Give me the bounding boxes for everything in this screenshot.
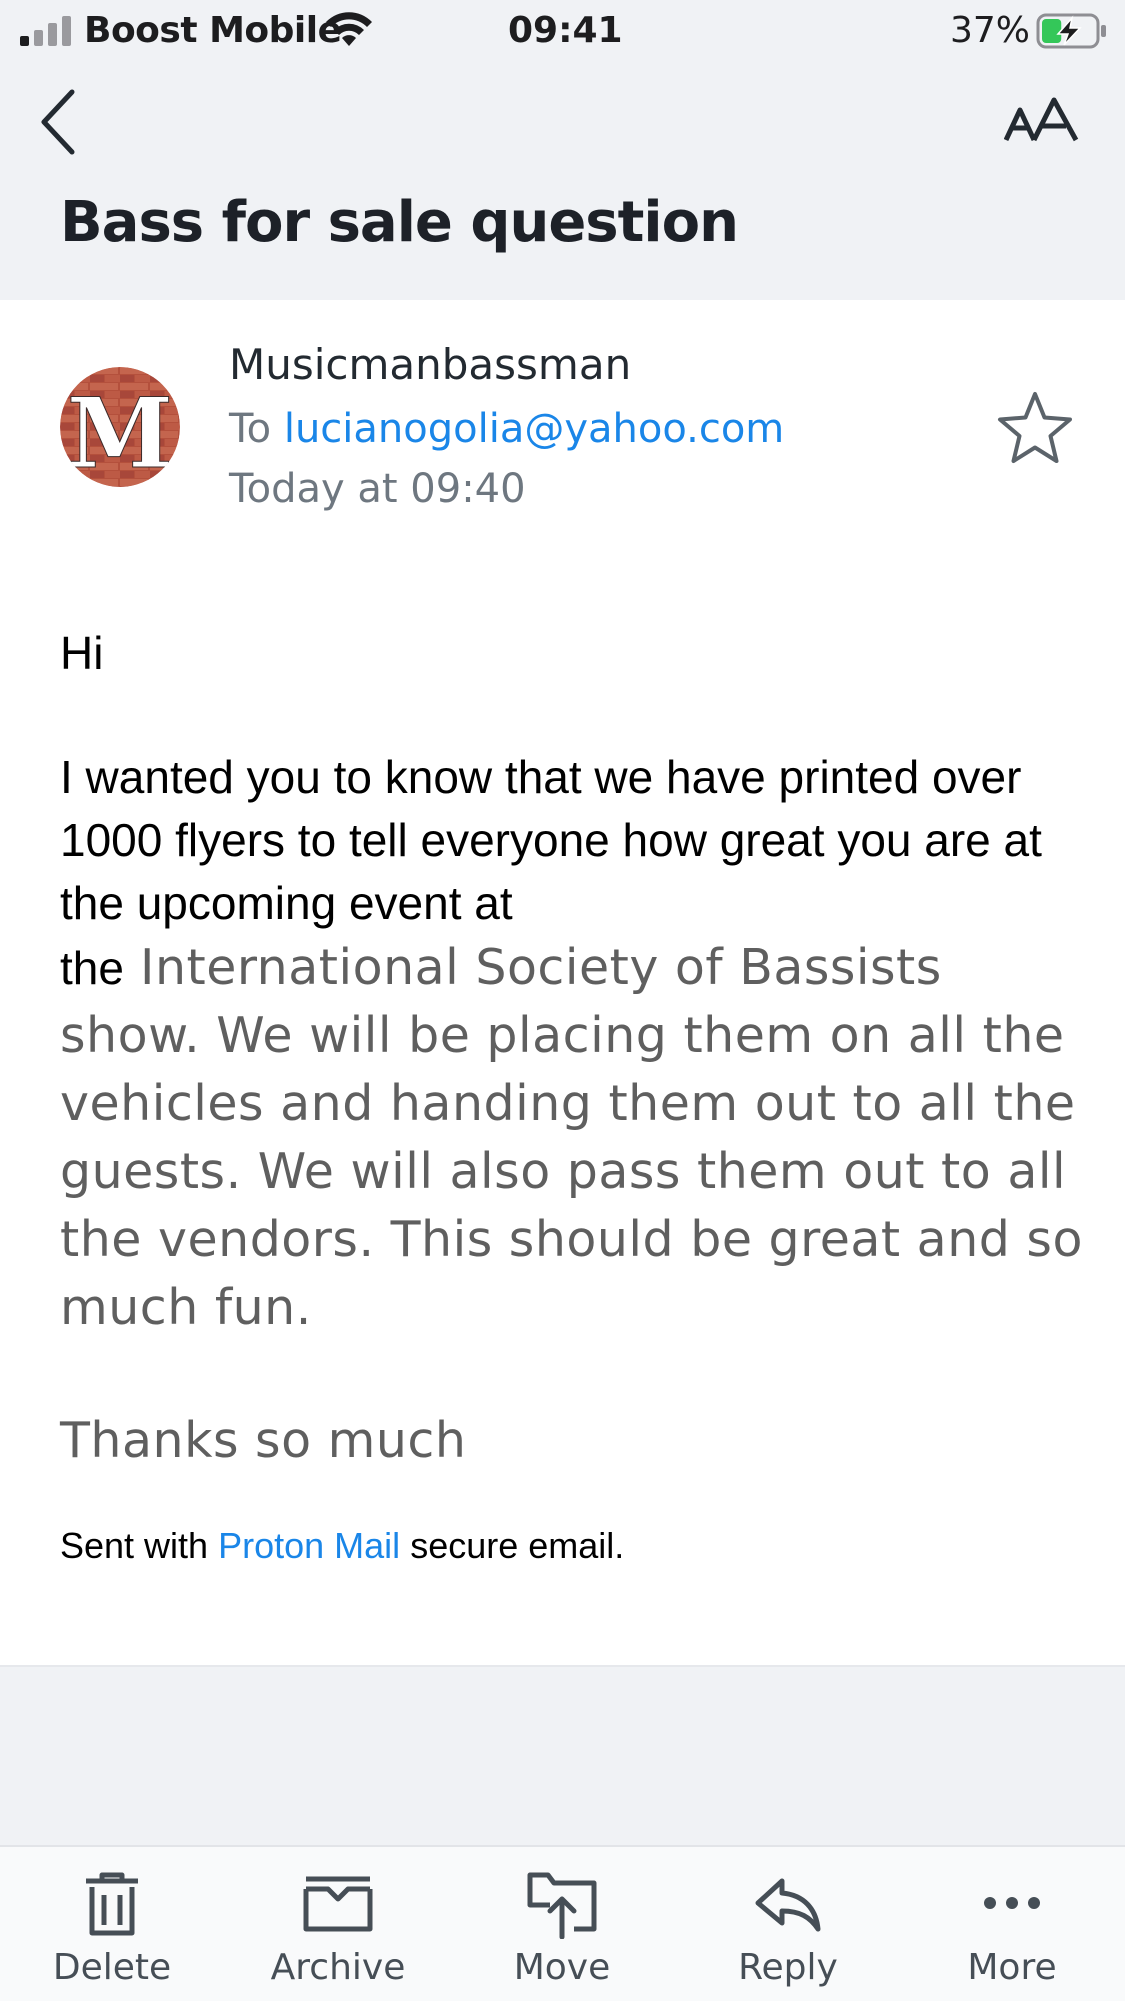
carrier-name: Boost Mobile [84,10,342,51]
wifi-icon [326,12,372,46]
body-paragraph-lead: the [60,942,124,994]
signature-prefix: Sent with [60,1525,209,1566]
delete-button[interactable]: Delete [12,1847,212,2001]
message-footer-area [0,1665,1125,1845]
body-paragraph-part2: the International Society of Bassists sh… [60,934,1090,1342]
move-label: Move [513,1947,611,1988]
delete-label: Delete [52,1947,172,1988]
cellular-signal-icon [20,16,71,46]
email-subject: Bass for sale question [60,190,739,255]
archive-button[interactable]: Archive [238,1847,438,2001]
archive-label: Archive [270,1947,406,1988]
move-icon [527,1872,597,1939]
status-bar: Boost Mobile 09:41 37% [0,0,1125,62]
reply-label: Reply [738,1947,838,1988]
reply-icon [755,1878,821,1932]
received-time: Today at 09:40 [229,466,526,512]
body-greeting: Hi [60,627,104,679]
more-icon [984,1897,1040,1909]
star-icon [998,392,1072,463]
proton-mail-link[interactable]: Proton Mail [218,1525,400,1566]
signature-suffix: secure email. [410,1525,625,1566]
bottom-toolbar: Delete Archive Move Reply More [0,1845,1125,2001]
archive-icon [303,1876,373,1932]
signature: Sent with Proton Mail secure email. [60,1525,624,1567]
text-size-button[interactable] [1003,96,1080,146]
sender-name[interactable]: Musicmanbassman [229,340,631,389]
move-button[interactable]: Move [462,1847,662,2001]
battery-charging-icon [1036,13,1106,49]
status-clock: 09:41 [508,10,623,51]
to-label: To [229,406,272,452]
body-closing: Thanks so much [60,1412,467,1469]
more-button[interactable]: More [912,1847,1112,2001]
back-button[interactable] [34,84,84,160]
body-paragraph-part1: I wanted you to know that we have printe… [60,751,1042,929]
more-label: More [967,1947,1057,1988]
body-paragraph-rest: International Society of Bassists show. … [60,939,1083,1336]
reply-button[interactable]: Reply [688,1847,888,2001]
battery-percent: 37% [950,10,1031,51]
text-size-icon [1003,97,1079,142]
recipient-line: To lucianogolia@yahoo.com [229,406,784,452]
star-button[interactable] [996,390,1074,466]
avatar-letter: M [67,377,173,487]
chevron-left-icon [41,89,75,155]
sender-avatar: M [60,367,180,487]
trash-icon [86,1872,138,1936]
recipient-address[interactable]: lucianogolia@yahoo.com [284,406,784,452]
